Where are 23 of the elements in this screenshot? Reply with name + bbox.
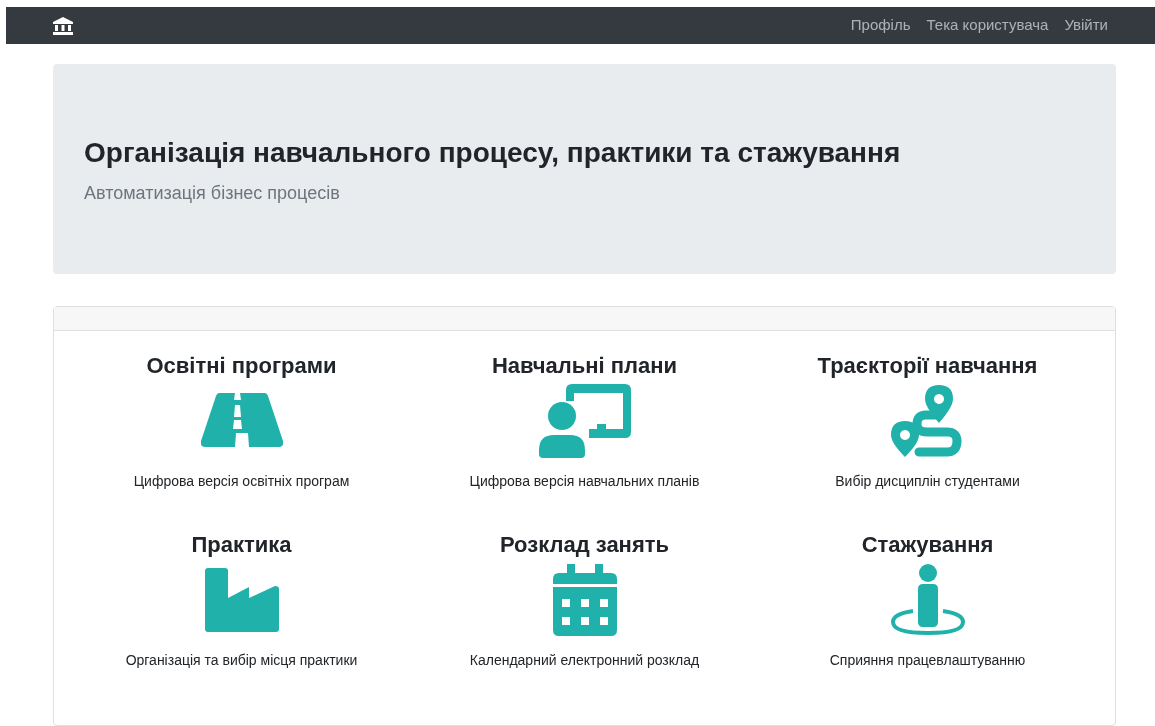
- feature-description: Календарний електронний розклад: [469, 651, 700, 670]
- calendar-icon[interactable]: [552, 564, 617, 636]
- feature-title[interactable]: Практика: [191, 532, 292, 558]
- hero-title: Організація навчального процесу, практики та стажування: [84, 135, 902, 170]
- feature-title[interactable]: Освітні програми: [146, 353, 337, 379]
- nav-link[interactable]: Тека користувача: [926, 14, 1049, 37]
- hero-subtitle: Автоматизація бізнес процесів: [84, 181, 341, 205]
- nav-link[interactable]: Увійти: [1064, 14, 1108, 37]
- feature-description: Цифрова версія освітніх програм: [133, 472, 350, 491]
- nav-link[interactable]: Профіль: [850, 14, 911, 37]
- feature-description: Цифрова версія навчальних планів: [469, 472, 700, 491]
- person-on-spot-icon[interactable]: [890, 564, 965, 636]
- feature-title[interactable]: Стажування: [861, 532, 994, 558]
- factory-icon[interactable]: [204, 568, 279, 632]
- road-icon[interactable]: [200, 393, 283, 449]
- feature-title[interactable]: Розклад занять: [499, 532, 670, 558]
- feature-description: Вибір дисциплін студентами: [835, 472, 1020, 491]
- feature-title[interactable]: Траєкторії навчання: [817, 353, 1038, 379]
- feature-title[interactable]: Навчальні плани: [491, 353, 678, 379]
- teacher-at-board-icon[interactable]: [538, 384, 631, 458]
- bank-icon[interactable]: [53, 16, 73, 35]
- feature-description: Організація та вибір місця практики: [125, 651, 358, 670]
- feature-description: Сприяння працевлаштуванню: [829, 651, 1026, 670]
